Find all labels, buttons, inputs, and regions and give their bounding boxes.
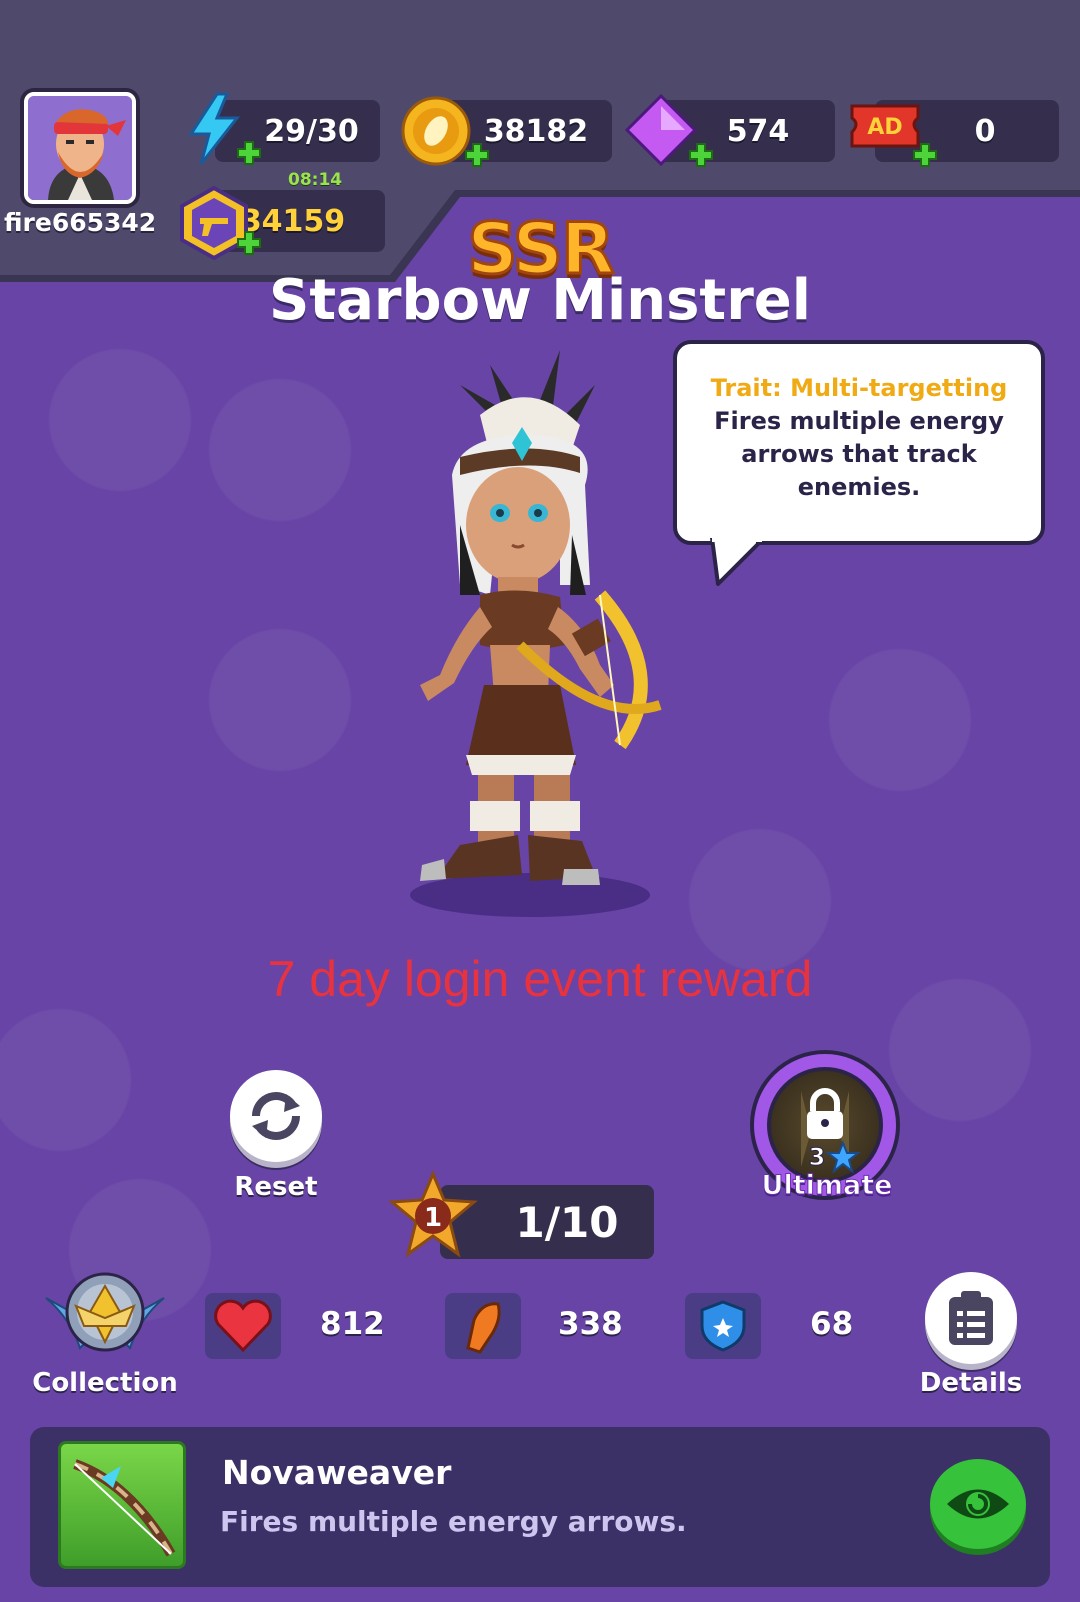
bubble-tail xyxy=(708,534,768,592)
hp-stat-box xyxy=(205,1293,281,1359)
coin-add-icon[interactable] xyxy=(464,142,490,168)
skill-name: Novaweaver xyxy=(222,1453,452,1492)
ad-ticket-add-icon[interactable] xyxy=(912,142,938,168)
heart-icon xyxy=(214,1299,272,1353)
preview-button[interactable] xyxy=(930,1459,1026,1549)
gem-add-icon[interactable] xyxy=(688,142,714,168)
skill-thumbnail xyxy=(58,1441,186,1569)
collection-emblem-icon xyxy=(45,1272,165,1352)
star-icon xyxy=(825,1140,861,1174)
ad-ticket-value: 0 xyxy=(974,113,996,149)
details-button[interactable] xyxy=(925,1272,1017,1364)
ad-ticket-icon: AD xyxy=(848,100,922,156)
collection-label: Collection xyxy=(32,1368,178,1398)
bullet-icon xyxy=(466,1302,501,1354)
svg-text:AD: AD xyxy=(867,115,902,140)
bow-icon xyxy=(73,1459,176,1557)
energy-add-icon[interactable] xyxy=(236,140,262,166)
skill-description: Fires multiple energy arrows. xyxy=(220,1505,687,1538)
player-username: fire665342 xyxy=(4,208,157,237)
shield-icon xyxy=(700,1300,746,1352)
hp-value: 812 xyxy=(320,1306,385,1342)
skill-panel: Novaweaver Fires multiple energy arrows. xyxy=(30,1427,1050,1587)
lock-icon xyxy=(807,1088,843,1139)
ultimate-star-count: 3 xyxy=(809,1143,826,1171)
level-star-icon: 1 xyxy=(388,1170,478,1264)
trait-title: Trait: Multi-targetting xyxy=(710,374,1008,402)
attack-value: 338 xyxy=(558,1306,623,1342)
coin-icon xyxy=(400,95,472,171)
defense-stat-box xyxy=(685,1293,761,1359)
hero-name: Starbow Minstrel xyxy=(269,268,811,333)
event-reward-text: 7 day login event reward xyxy=(267,951,813,1007)
eye-icon xyxy=(947,1489,1009,1519)
gem-icon xyxy=(624,93,698,170)
level-badge: 1 xyxy=(424,1203,442,1233)
attack-stat-box xyxy=(445,1293,521,1359)
collection-button[interactable] xyxy=(40,1268,170,1364)
trait-description: Fires multiple energy arrows that track … xyxy=(714,407,1004,501)
defense-value: 68 xyxy=(810,1306,854,1342)
avatar-portrait-icon xyxy=(28,96,132,200)
player-avatar[interactable] xyxy=(24,92,136,204)
ultimate-label: Ultimate xyxy=(761,1170,893,1202)
trait-bubble: Trait: Multi-targetting Fires multiple e… xyxy=(673,340,1045,545)
reset-label: Reset xyxy=(234,1172,318,1202)
details-label: Details xyxy=(919,1368,1023,1398)
reset-button[interactable] xyxy=(230,1070,322,1162)
ultimate-skill-icon: 3 xyxy=(767,1067,883,1183)
gun-token-add-icon[interactable] xyxy=(236,230,262,256)
clipboard-icon xyxy=(949,1291,993,1345)
energy-timer: 08:14 xyxy=(288,170,343,190)
hero-model xyxy=(400,345,690,929)
refresh-icon xyxy=(252,1092,300,1140)
level-progress-value: 1/10 xyxy=(515,1197,619,1247)
